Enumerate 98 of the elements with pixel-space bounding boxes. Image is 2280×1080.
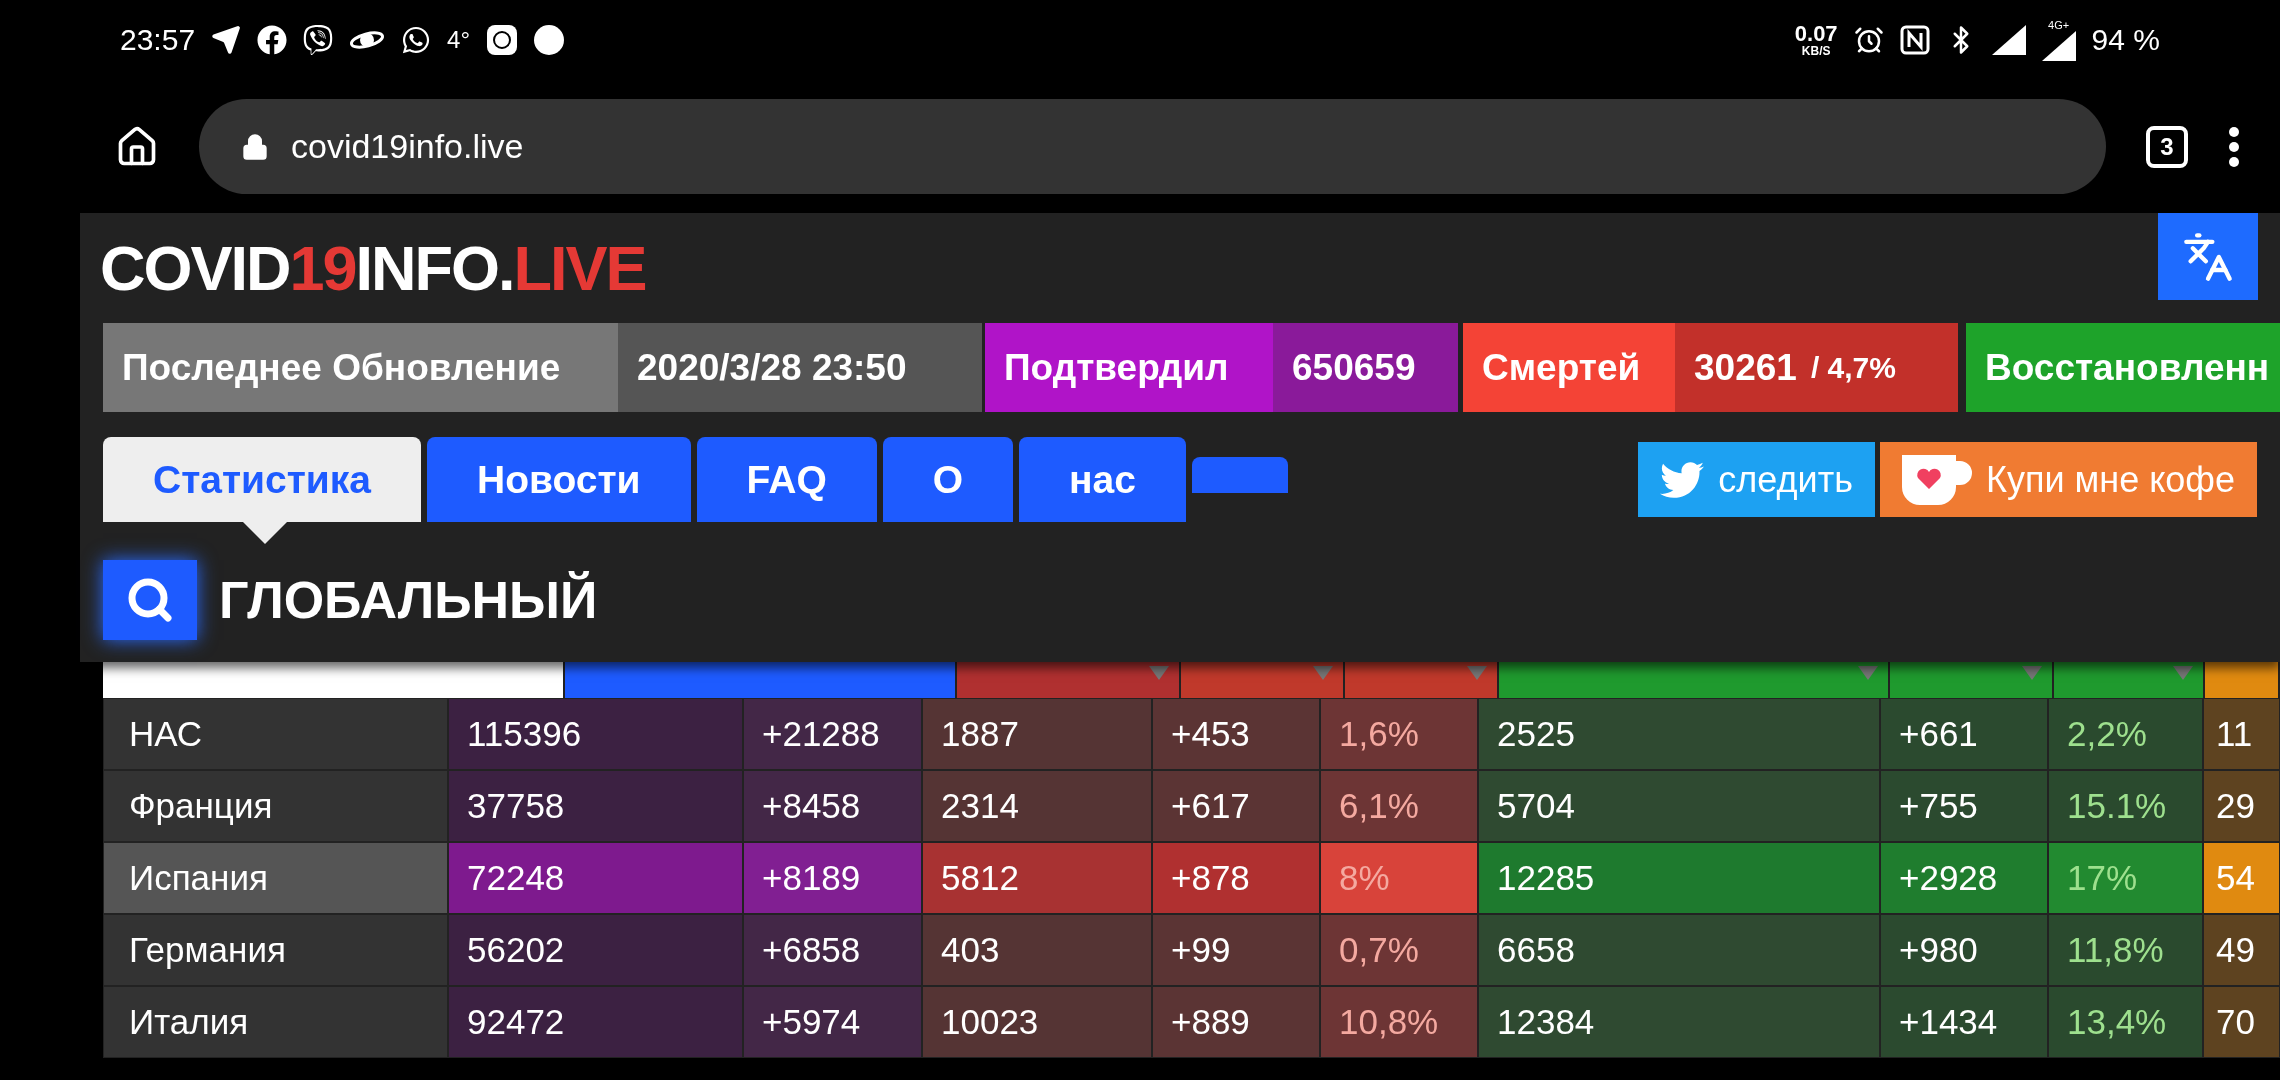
table-cell: 37758 [448, 770, 743, 842]
country-cell[interactable]: Испания [103, 842, 448, 914]
country-cell[interactable]: Германия [103, 914, 448, 986]
site-logo[interactable]: COVID19INFO.LIVE [100, 232, 646, 304]
table-cell: 92472 [448, 986, 743, 1058]
table-cell: 10,8% [1320, 986, 1478, 1058]
table-cell: 8% [1320, 842, 1478, 914]
search-button[interactable] [103, 560, 197, 640]
table-cell: 5704 [1478, 770, 1880, 842]
search-icon [126, 576, 174, 624]
table-cell: 12384 [1478, 986, 1880, 1058]
circle-icon [534, 25, 565, 55]
column-header[interactable] [2053, 662, 2205, 698]
cup-heart-icon [1901, 452, 1972, 507]
facebook-icon [257, 25, 288, 55]
stat-label: 30261 / 4,7% [1675, 323, 1958, 412]
country-cell[interactable]: Франция [103, 770, 448, 842]
table-cell: +21288 [743, 698, 922, 770]
signal-icon [1991, 25, 2026, 55]
table-cell: +878 [1152, 842, 1320, 914]
signal-icon [2041, 30, 2076, 61]
table-cell: 56202 [448, 914, 743, 986]
scope-title: ГЛОБАЛЬНЫЙ [219, 570, 598, 630]
nav-tab[interactable]: FAQ [696, 437, 877, 522]
paper-plane-icon [211, 25, 242, 55]
table-cell: +980 [1880, 914, 2048, 986]
menu-icon[interactable] [2228, 126, 2240, 167]
nav-tab[interactable]: Статистика [103, 437, 421, 522]
nav-tab[interactable]: нас [1019, 437, 1186, 522]
table-cell: 1887 [922, 698, 1152, 770]
tab-pointer [243, 522, 287, 544]
table-cell: 2314 [922, 770, 1152, 842]
table-cell: +8458 [743, 770, 922, 842]
whatsapp-icon [401, 25, 432, 55]
table-cell: 2525 [1478, 698, 1880, 770]
data-select[interactable] [565, 662, 958, 698]
table-cell: 0,7% [1320, 914, 1478, 986]
alarm-icon [1853, 25, 1884, 55]
translate-button[interactable] [2158, 213, 2258, 300]
stat-label: Восстановленн [1966, 323, 2280, 412]
nav-tab[interactable]: О [882, 437, 1014, 522]
table-cell: 115396 [448, 698, 743, 770]
table-cell: 2,2% [2048, 698, 2203, 770]
table-cell: 1,6% [1320, 698, 1478, 770]
table-cell: 54 [2203, 842, 2280, 914]
table-cell: 72248 [448, 842, 743, 914]
table-cell: +1434 [1880, 986, 2048, 1058]
network-speed: 0.07 [1794, 23, 1838, 45]
table-cell: 11 [2203, 698, 2280, 770]
country-cell[interactable]: Италия [103, 986, 448, 1058]
planet-icon [349, 28, 386, 52]
table-cell: +99 [1152, 914, 1320, 986]
table-cell: +5974 [743, 986, 922, 1058]
stat-label: 2020/3/28 23:50 [618, 323, 982, 412]
table-cell: 11,8% [2048, 914, 2203, 986]
translate-icon [2182, 230, 2234, 283]
address-bar[interactable]: covid19info.live [199, 99, 2106, 194]
table-cell: 5812 [922, 842, 1152, 914]
nav-tab[interactable]: Новости [427, 437, 691, 522]
country-cell[interactable]: НАС [103, 698, 448, 770]
battery-level: 94 % [2091, 23, 2160, 57]
lock-icon [241, 132, 269, 161]
table-cell: 17% [2048, 842, 2203, 914]
table-cell: +617 [1152, 770, 1320, 842]
table-cell: 6658 [1478, 914, 1880, 986]
table-cell: +755 [1880, 770, 2048, 842]
table-cell: +6858 [743, 914, 922, 986]
tab-count-button[interactable]: 3 [2146, 125, 2188, 168]
column-header[interactable] [1498, 662, 1891, 698]
stat-label: Подтвердил [985, 323, 1273, 412]
column-header[interactable] [1890, 662, 2054, 698]
url-text: covid19info.live [291, 127, 524, 166]
phone-bubble-icon [303, 25, 334, 55]
table-cell: 70 [2203, 986, 2280, 1058]
table-cell: 12285 [1478, 842, 1880, 914]
table-cell: 6,1% [1320, 770, 1478, 842]
app-icon [486, 24, 519, 56]
search-field[interactable] [103, 662, 566, 698]
nfc-icon [1899, 25, 1930, 55]
table-cell: +661 [1880, 698, 2048, 770]
column-header[interactable] [2204, 662, 2280, 698]
stat-label: Последнее Обновление [103, 323, 618, 412]
table-cell: 29 [2203, 770, 2280, 842]
stat-label: 650659 [1273, 323, 1458, 412]
table-cell: 15.1% [2048, 770, 2203, 842]
stat-label: Смертей [1463, 323, 1675, 412]
table-cell: +2928 [1880, 842, 2048, 914]
table-cell: 13,4% [2048, 986, 2203, 1058]
table-cell: 49 [2203, 914, 2280, 986]
table-cell: +453 [1152, 698, 1320, 770]
speed-unit: KB/S [1801, 45, 1831, 57]
network-type: 4G+ [2048, 19, 2070, 31]
table-cell: 10023 [922, 986, 1152, 1058]
table-cell: +8189 [743, 842, 922, 914]
temperature: 4° [447, 26, 471, 54]
clock-time: 23:57 [120, 23, 196, 57]
table-cell: +889 [1152, 986, 1320, 1058]
table-cell: 403 [922, 914, 1152, 986]
